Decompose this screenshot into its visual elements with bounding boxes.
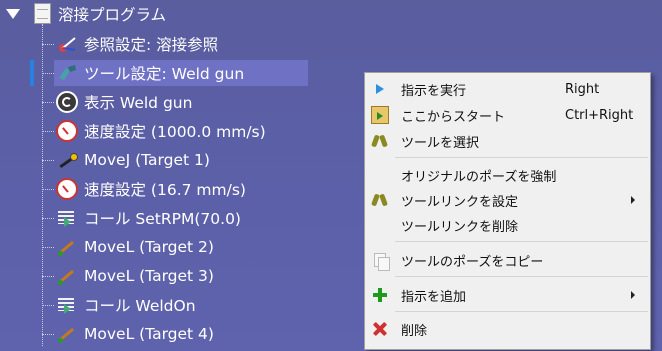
tree-item-call-weldon[interactable]: コール WeldOn — [56, 292, 196, 318]
menu-item-label: ツールリンクを削除 — [401, 219, 519, 235]
menu-item-start-from-here[interactable]: ここからスタート Ctrl+Right — [365, 103, 650, 127]
menu-item-copy-tool-pose[interactable]: ツールのポーズをコピー — [365, 248, 650, 272]
tree-branch — [42, 73, 54, 74]
tree-branch — [42, 44, 54, 45]
menu-item-label: オリジナルのポーズを強制 — [401, 169, 557, 185]
tree-branch — [42, 131, 54, 132]
tree-item-movel-target-2[interactable]: MoveL (Target 2) — [56, 234, 214, 260]
gripper-icon — [371, 132, 389, 150]
menu-item-label: ここからスタート — [401, 109, 506, 125]
context-menu: 指示を実行 Right ここからスタート Ctrl+Right ツールを選択 オ… — [364, 72, 651, 350]
tree-branch — [42, 247, 54, 248]
tree-item-movej-target-1[interactable]: MoveJ (Target 1) — [56, 147, 210, 173]
movej-icon — [56, 149, 78, 171]
tree-item-movel-target-4[interactable]: MoveL (Target 4) — [56, 321, 214, 347]
copy-icon — [371, 251, 390, 271]
tree-root-program[interactable]: 溶接プログラム — [58, 1, 166, 27]
menu-item-label: ツールのポーズをコピー — [401, 254, 544, 270]
tree-branch — [42, 276, 54, 277]
speed-gauge-icon — [56, 178, 78, 200]
tree-item-label: 表示 Weld gun — [84, 94, 193, 112]
tree-branch — [42, 305, 54, 306]
gripper-icon — [371, 191, 389, 209]
tree-item-label: MoveL (Target 2) — [84, 238, 214, 256]
program-document-icon — [34, 3, 51, 24]
movel-icon — [56, 265, 78, 287]
menu-item-shortcut: Ctrl+Right — [565, 107, 634, 123]
menu-separator — [395, 311, 648, 312]
menu-item-label: 指示を実行 — [401, 83, 467, 99]
delete-x-icon — [371, 320, 389, 338]
tree-item-label: コール SetRPM(70.0) — [84, 210, 241, 228]
tree-item-label: ツール設定: Weld gun — [84, 65, 245, 83]
speed-gauge-icon — [56, 120, 78, 142]
menu-item-label: 削除 — [401, 323, 428, 339]
program-call-icon — [56, 207, 78, 229]
menu-item-run-instruction[interactable]: 指示を実行 Right — [365, 77, 650, 101]
tree-branch — [42, 334, 54, 335]
show-sync-icon — [56, 91, 78, 113]
tree-item-speed-1[interactable]: 速度設定 (1000.0 mm/s) — [56, 118, 266, 144]
tree-item-label: 参照設定: 溶接参照 — [84, 36, 219, 54]
menu-item-select-tool[interactable]: ツールを選択 — [365, 129, 650, 153]
tree-branch — [42, 160, 54, 161]
menu-item-force-original-pose[interactable]: オリジナルのポーズを強制 — [365, 163, 650, 187]
tree-item-reference-frame[interactable]: 参照設定: 溶接参照 — [56, 31, 218, 57]
menu-item-shortcut: Right — [565, 81, 600, 97]
plus-icon — [371, 286, 389, 304]
tree-root-label: 溶接プログラム — [58, 6, 167, 24]
program-call-icon — [56, 294, 78, 316]
submenu-arrow-icon — [631, 196, 635, 204]
tree-item-tool-selected[interactable]: ツール設定: Weld gun — [54, 60, 308, 86]
play-icon — [371, 80, 389, 98]
reference-frame-icon — [56, 33, 78, 55]
menu-separator — [395, 276, 648, 277]
menu-item-set-tool-link[interactable]: ツールリンクを設定 — [365, 188, 650, 212]
selection-indicator — [30, 60, 34, 86]
movel-icon — [56, 323, 78, 345]
tree-item-label: MoveL (Target 3) — [84, 267, 214, 285]
menu-separator — [395, 241, 648, 242]
tree-item-speed-2[interactable]: 速度設定 (16.7 mm/s) — [56, 176, 246, 202]
menu-item-delete[interactable]: 削除 — [365, 317, 650, 341]
tool-icon — [56, 62, 78, 84]
tree-item-label: MoveL (Target 4) — [84, 325, 214, 343]
movel-icon — [56, 236, 78, 258]
tree-branch — [42, 189, 54, 190]
menu-item-delete-tool-link[interactable]: ツールリンクを削除 — [365, 213, 650, 237]
tree-item-label: 速度設定 (16.7 mm/s) — [84, 181, 246, 199]
menu-separator — [395, 157, 648, 158]
menu-item-label: ツールリンクを設定 — [401, 194, 519, 210]
menu-item-label: ツールを選択 — [401, 135, 480, 151]
menu-item-add-instruction[interactable]: 指示を追加 — [365, 283, 650, 307]
submenu-arrow-icon — [631, 291, 635, 299]
tree-item-call-setrpm[interactable]: コール SetRPM(70.0) — [56, 205, 241, 231]
tree-item-label: MoveJ (Target 1) — [84, 151, 210, 169]
menu-item-label: 指示を追加 — [401, 289, 467, 305]
tree-item-movel-target-3[interactable]: MoveL (Target 3) — [56, 263, 214, 289]
tree-item-label: コール WeldOn — [84, 297, 196, 315]
tree-branch — [42, 218, 54, 219]
tree-item-label: 速度設定 (1000.0 mm/s) — [84, 123, 266, 141]
clipboard-play-icon — [371, 106, 389, 124]
collapse-arrow-icon[interactable] — [6, 9, 20, 19]
tree-branch — [42, 102, 54, 103]
tree-item-show-tool[interactable]: 表示 Weld gun — [56, 89, 192, 115]
